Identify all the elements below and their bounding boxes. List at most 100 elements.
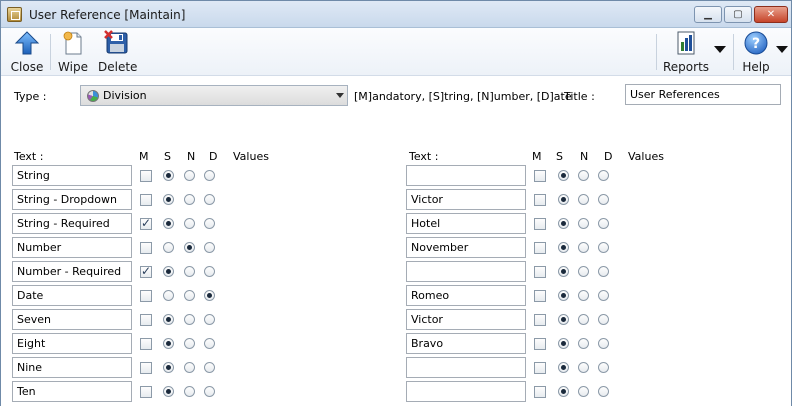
string-type-radio[interactable] bbox=[163, 218, 174, 229]
help-dropdown-icon[interactable] bbox=[776, 46, 788, 53]
number-type-radio[interactable] bbox=[578, 218, 589, 229]
mandatory-checkbox[interactable] bbox=[534, 338, 546, 350]
reports-dropdown-icon[interactable] bbox=[714, 46, 726, 53]
date-type-radio[interactable] bbox=[204, 362, 215, 373]
number-type-radio[interactable] bbox=[578, 194, 589, 205]
string-type-radio[interactable] bbox=[163, 194, 174, 205]
mandatory-checkbox[interactable] bbox=[534, 314, 546, 326]
date-type-radio[interactable] bbox=[204, 314, 215, 325]
reference-text-field[interactable]: Seven bbox=[12, 309, 132, 330]
date-type-radio[interactable] bbox=[598, 362, 609, 373]
reference-text-field[interactable] bbox=[406, 261, 526, 282]
string-type-radio[interactable] bbox=[558, 362, 569, 373]
date-type-radio[interactable] bbox=[598, 314, 609, 325]
string-type-radio[interactable] bbox=[558, 266, 569, 277]
mandatory-checkbox[interactable] bbox=[534, 194, 546, 206]
reference-text-field[interactable]: Victor bbox=[406, 309, 526, 330]
string-type-radio[interactable] bbox=[558, 218, 569, 229]
reference-text-field[interactable]: Number - Required bbox=[12, 261, 132, 282]
string-type-radio[interactable] bbox=[163, 362, 174, 373]
mandatory-checkbox[interactable] bbox=[140, 386, 152, 398]
reference-text-field[interactable]: Romeo bbox=[406, 285, 526, 306]
maximize-button[interactable]: ▢ bbox=[724, 6, 752, 23]
reference-text-field[interactable]: Hotel bbox=[406, 213, 526, 234]
number-type-radio[interactable] bbox=[578, 386, 589, 397]
date-type-radio[interactable] bbox=[598, 386, 609, 397]
mandatory-checkbox[interactable] bbox=[534, 242, 546, 254]
string-type-radio[interactable] bbox=[163, 338, 174, 349]
help-button[interactable]: ? Help bbox=[741, 30, 771, 74]
number-type-radio[interactable] bbox=[578, 314, 589, 325]
title-field[interactable]: User References bbox=[625, 84, 781, 105]
string-type-radio[interactable] bbox=[558, 314, 569, 325]
number-type-radio[interactable] bbox=[578, 170, 589, 181]
mandatory-checkbox[interactable] bbox=[140, 362, 152, 374]
mandatory-checkbox[interactable] bbox=[140, 194, 152, 206]
reference-text-field[interactable]: Victor bbox=[406, 189, 526, 210]
reference-text-field[interactable]: Date bbox=[12, 285, 132, 306]
close-button[interactable]: Close bbox=[10, 30, 44, 74]
type-select[interactable]: Division bbox=[80, 85, 348, 106]
reference-text-field[interactable]: Ten bbox=[12, 381, 132, 402]
number-type-radio[interactable] bbox=[578, 242, 589, 253]
number-type-radio[interactable] bbox=[184, 290, 195, 301]
string-type-radio[interactable] bbox=[163, 170, 174, 181]
string-type-radio[interactable] bbox=[558, 194, 569, 205]
reference-text-field[interactable]: Nine bbox=[12, 357, 132, 378]
date-type-radio[interactable] bbox=[204, 194, 215, 205]
mandatory-checkbox[interactable] bbox=[534, 362, 546, 374]
mandatory-checkbox[interactable] bbox=[534, 170, 546, 182]
reference-text-field[interactable] bbox=[406, 381, 526, 402]
date-type-radio[interactable] bbox=[204, 386, 215, 397]
string-type-radio[interactable] bbox=[558, 338, 569, 349]
date-type-radio[interactable] bbox=[598, 218, 609, 229]
date-type-radio[interactable] bbox=[204, 170, 215, 181]
string-type-radio[interactable] bbox=[558, 170, 569, 181]
string-type-radio[interactable] bbox=[163, 242, 174, 253]
mandatory-checkbox[interactable] bbox=[140, 290, 152, 302]
number-type-radio[interactable] bbox=[578, 266, 589, 277]
date-type-radio[interactable] bbox=[598, 290, 609, 301]
number-type-radio[interactable] bbox=[184, 242, 195, 253]
date-type-radio[interactable] bbox=[204, 242, 215, 253]
mandatory-checkbox[interactable] bbox=[140, 338, 152, 350]
number-type-radio[interactable] bbox=[578, 290, 589, 301]
minimize-button[interactable]: ▁ bbox=[694, 6, 722, 23]
mandatory-checkbox[interactable] bbox=[534, 290, 546, 302]
number-type-radio[interactable] bbox=[578, 338, 589, 349]
mandatory-checkbox[interactable] bbox=[140, 264, 152, 278]
string-type-radio[interactable] bbox=[558, 290, 569, 301]
date-type-radio[interactable] bbox=[598, 170, 609, 181]
mandatory-checkbox[interactable] bbox=[140, 242, 152, 254]
date-type-radio[interactable] bbox=[598, 242, 609, 253]
date-type-radio[interactable] bbox=[204, 338, 215, 349]
string-type-radio[interactable] bbox=[163, 386, 174, 397]
reports-button[interactable]: Reports bbox=[663, 30, 709, 74]
close-window-button[interactable]: ✕ bbox=[754, 6, 788, 23]
number-type-radio[interactable] bbox=[184, 266, 195, 277]
date-type-radio[interactable] bbox=[204, 290, 215, 301]
mandatory-checkbox[interactable] bbox=[534, 386, 546, 398]
string-type-radio[interactable] bbox=[163, 290, 174, 301]
mandatory-checkbox[interactable] bbox=[140, 170, 152, 182]
date-type-radio[interactable] bbox=[598, 338, 609, 349]
reference-text-field[interactable]: String - Dropdown bbox=[12, 189, 132, 210]
mandatory-checkbox[interactable] bbox=[140, 216, 152, 230]
reference-text-field[interactable]: String bbox=[12, 165, 132, 186]
string-type-radio[interactable] bbox=[558, 386, 569, 397]
string-type-radio[interactable] bbox=[163, 266, 174, 277]
number-type-radio[interactable] bbox=[184, 218, 195, 229]
reference-text-field[interactable]: Number bbox=[12, 237, 132, 258]
number-type-radio[interactable] bbox=[184, 362, 195, 373]
date-type-radio[interactable] bbox=[598, 266, 609, 277]
number-type-radio[interactable] bbox=[184, 170, 195, 181]
title-bar[interactable]: User Reference [Maintain] ▁ ▢ ✕ bbox=[1, 1, 791, 28]
reference-text-field[interactable] bbox=[406, 165, 526, 186]
number-type-radio[interactable] bbox=[184, 386, 195, 397]
reference-text-field[interactable]: Eight bbox=[12, 333, 132, 354]
string-type-radio[interactable] bbox=[163, 314, 174, 325]
number-type-radio[interactable] bbox=[578, 362, 589, 373]
date-type-radio[interactable] bbox=[598, 194, 609, 205]
wipe-button[interactable]: Wipe bbox=[57, 30, 89, 74]
number-type-radio[interactable] bbox=[184, 194, 195, 205]
